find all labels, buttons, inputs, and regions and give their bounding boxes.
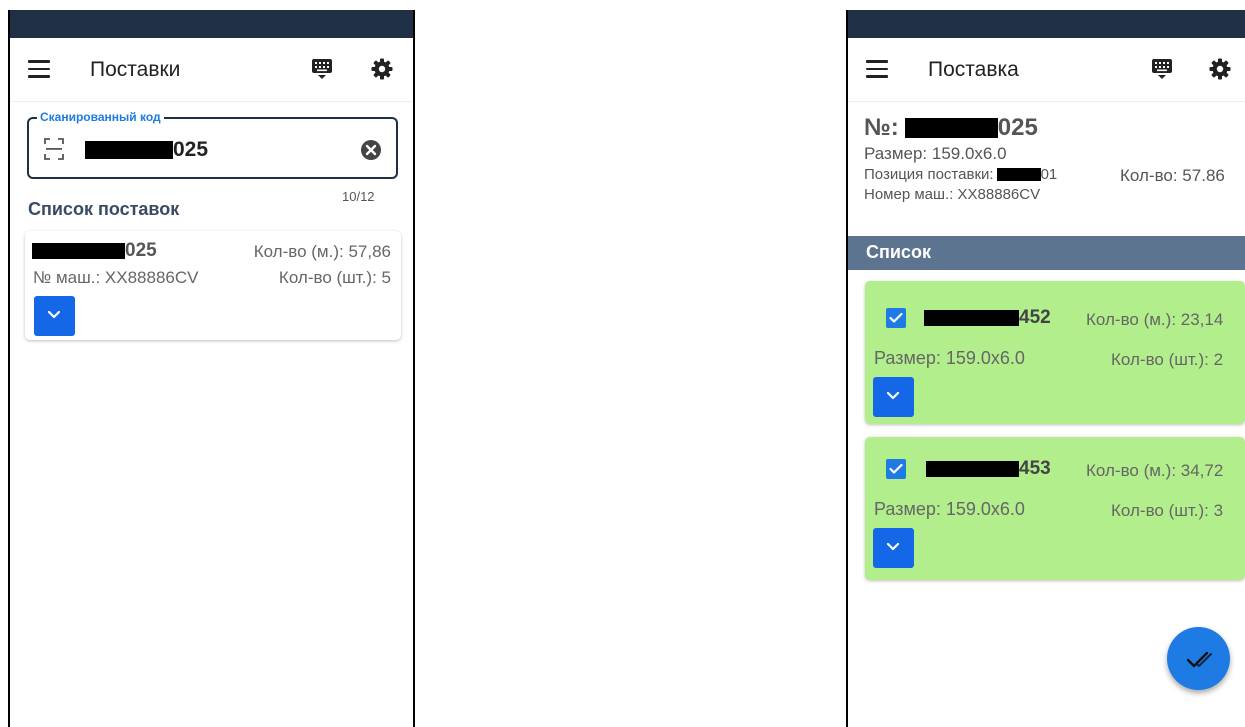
delivery-qty-pcs: Кол-во (шт.): 5 bbox=[278, 268, 391, 287]
list-item[interactable]: 452 Кол-во (м.): 23,14 Размер: 159.0x6.0… bbox=[865, 281, 1245, 424]
redacted-block bbox=[924, 310, 1019, 326]
gear-icon[interactable] bbox=[1208, 57, 1232, 81]
menu-icon[interactable] bbox=[866, 60, 888, 78]
item-checkbox[interactable] bbox=[886, 308, 906, 328]
chevron-down-icon bbox=[886, 391, 900, 400]
redacted-block bbox=[32, 243, 125, 259]
expand-button[interactable] bbox=[873, 528, 914, 568]
character-counter: 10/12 bbox=[342, 189, 375, 204]
delivery-qty-m: Кол-во (м.): 57,86 bbox=[253, 242, 391, 261]
gear-icon[interactable] bbox=[370, 57, 394, 81]
delivery-machine: № маш.: XX88886CV bbox=[33, 268, 199, 287]
page-title: Поставки bbox=[90, 58, 181, 81]
item-qty-pcs: Кол-во (шт.): 2 bbox=[1111, 350, 1224, 369]
check-icon bbox=[889, 312, 903, 323]
check-all-icon bbox=[1186, 651, 1212, 668]
redacted-block bbox=[926, 461, 1019, 477]
scanned-code-value[interactable]: 025 bbox=[85, 138, 208, 162]
item-qty-pcs: Кол-во (шт.): 3 bbox=[1111, 501, 1224, 520]
item-qty-m: Кол-во (м.): 34,72 bbox=[1086, 461, 1224, 480]
redacted-block bbox=[85, 141, 173, 159]
status-bar bbox=[10, 10, 413, 38]
redacted-block bbox=[996, 168, 1041, 181]
delivery-code: 025 bbox=[32, 240, 157, 262]
delivery-card[interactable]: 025 Кол-во (м.): 57,86 № маш.: XX88886CV… bbox=[25, 231, 401, 340]
item-checkbox[interactable] bbox=[886, 459, 906, 479]
redacted-block bbox=[904, 118, 998, 138]
delivery-machine: Номер маш.: XX88886CV bbox=[864, 186, 1041, 203]
scanned-code-label: Сканированный код bbox=[37, 110, 164, 124]
expand-button[interactable] bbox=[34, 296, 75, 336]
deliveries-screen: Поставки Сканированный код 025 10/12 Спи… bbox=[8, 10, 415, 727]
confirm-fab[interactable] bbox=[1167, 627, 1230, 690]
keyboard-icon[interactable] bbox=[311, 58, 333, 80]
chevron-down-icon bbox=[47, 310, 61, 319]
check-icon bbox=[889, 463, 903, 474]
delivery-position: Позиция поставки: 01 bbox=[864, 166, 1058, 183]
delivery-number: №: 025 bbox=[864, 114, 1038, 141]
delivery-size: Размер: 159.0x6.0 bbox=[864, 144, 1007, 163]
scanned-code-field[interactable]: Сканированный код 025 bbox=[27, 110, 398, 179]
status-bar bbox=[848, 10, 1245, 38]
item-size: Размер: 159.0x6.0 bbox=[874, 499, 1025, 519]
item-qty-m: Кол-во (м.): 23,14 bbox=[1086, 310, 1224, 329]
scan-icon bbox=[43, 137, 65, 161]
item-size: Размер: 159.0x6.0 bbox=[874, 348, 1025, 368]
app-bar: Поставки bbox=[10, 38, 413, 102]
app-bar: Поставка bbox=[848, 38, 1245, 102]
chevron-down-icon bbox=[886, 542, 900, 551]
section-title: Список поставок bbox=[28, 199, 180, 219]
clear-icon[interactable] bbox=[360, 139, 382, 161]
item-code: 453 bbox=[926, 458, 1051, 480]
keyboard-icon[interactable] bbox=[1151, 58, 1173, 80]
menu-icon[interactable] bbox=[28, 60, 50, 78]
delivery-qty: Кол-во: 57.86 bbox=[1120, 166, 1225, 185]
list-item[interactable]: 453 Кол-во (м.): 34,72 Размер: 159.0x6.0… bbox=[865, 437, 1245, 580]
page-title: Поставка bbox=[928, 58, 1019, 81]
delivery-detail-screen: Поставка №: 025 Размер: 159.0x6.0 Позици… bbox=[846, 10, 1245, 727]
list-header: Список bbox=[848, 236, 1245, 270]
expand-button[interactable] bbox=[873, 377, 914, 417]
item-code: 452 bbox=[924, 307, 1051, 329]
